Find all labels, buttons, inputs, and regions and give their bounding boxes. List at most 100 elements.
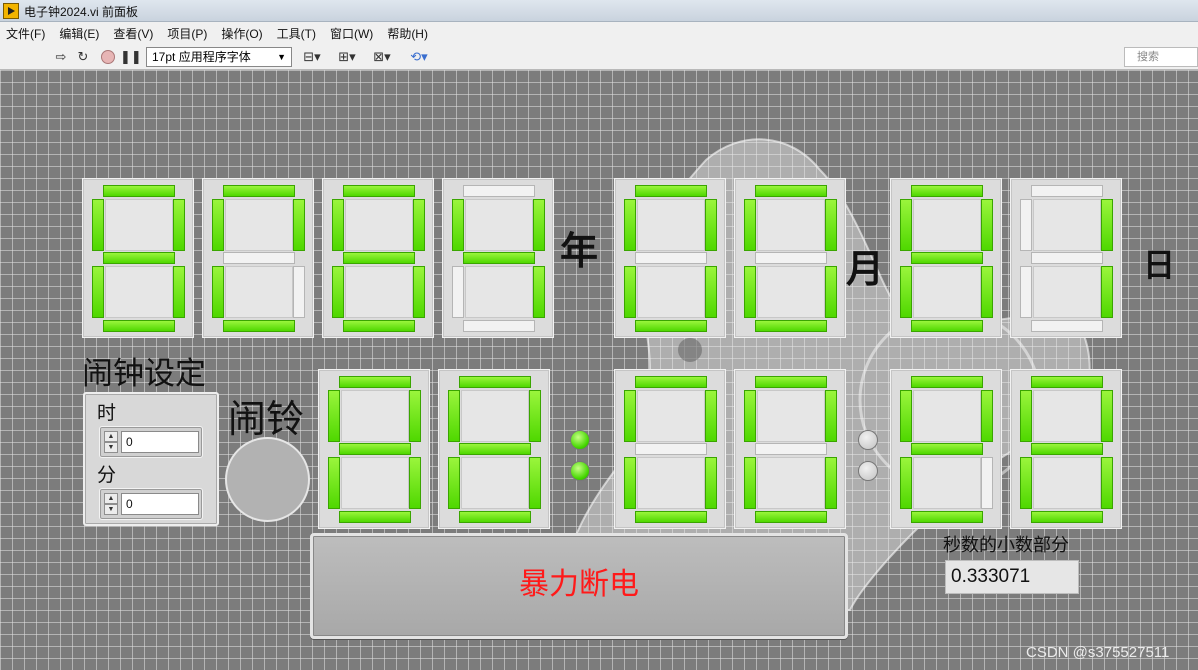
resize-icon[interactable]: ⊠▾ <box>370 48 394 66</box>
segment-d <box>635 511 707 523</box>
segment-b <box>409 390 421 442</box>
segment-a <box>755 376 827 388</box>
segment-g <box>1031 443 1103 455</box>
alarm-settings-cluster: 时 ▲ ▼ 0 分 ▲ ▼ 0 <box>83 392 219 526</box>
segment-d <box>459 511 531 523</box>
colon-led-hour-minute-top <box>570 430 590 450</box>
day-digit-2 <box>1010 178 1122 338</box>
hour-stepper[interactable]: ▲ ▼ <box>104 431 118 453</box>
decrement-icon[interactable]: ▼ <box>104 442 118 453</box>
digit-face <box>341 457 409 509</box>
segment-e <box>900 457 912 509</box>
segment-g <box>463 252 535 264</box>
segment-e <box>332 266 344 318</box>
menu-edit[interactable]: 编辑(E) <box>59 25 99 42</box>
power-off-button[interactable]: 暴力断电 <box>310 533 848 639</box>
alarm-minute-input[interactable]: 0 <box>121 493 199 515</box>
segment-c <box>173 266 185 318</box>
menu-tools[interactable]: 工具(T) <box>277 25 316 42</box>
increment-icon[interactable]: ▲ <box>104 431 118 442</box>
digit-face <box>465 266 533 318</box>
menu-help[interactable]: 帮助(H) <box>387 25 428 42</box>
segment-f <box>900 390 912 442</box>
segment-d <box>343 320 415 332</box>
decrement-icon[interactable]: ▼ <box>104 504 118 515</box>
digit-face <box>637 199 705 251</box>
segment-c <box>413 266 425 318</box>
digit-face <box>345 199 413 251</box>
segment-d <box>755 320 827 332</box>
segment-g <box>755 252 827 264</box>
second-digit-2 <box>1010 369 1122 529</box>
digit-face <box>225 199 293 251</box>
segment-e <box>92 266 104 318</box>
segment-g <box>343 252 415 264</box>
font-select[interactable]: 17pt 应用程序字体 ▼ <box>146 47 292 67</box>
segment-f <box>1020 390 1032 442</box>
increment-icon[interactable]: ▲ <box>104 493 118 504</box>
segment-c <box>825 457 837 509</box>
segment-a <box>635 185 707 197</box>
digit-face <box>1033 199 1101 251</box>
segment-b <box>529 390 541 442</box>
segment-d <box>463 320 535 332</box>
digit-face <box>757 199 825 251</box>
digit-face <box>341 390 409 442</box>
segment-a <box>911 185 983 197</box>
menu-view[interactable]: 查看(V) <box>113 25 153 42</box>
segment-a <box>1031 185 1103 197</box>
labview-vi-icon <box>3 3 19 19</box>
alarm-hour-control[interactable]: ▲ ▼ 0 <box>99 426 203 458</box>
segment-b <box>1101 390 1113 442</box>
alarm-settings-title: 闹钟设定 <box>82 356 206 391</box>
segment-c <box>409 457 421 509</box>
segment-g <box>339 443 411 455</box>
segment-b <box>413 199 425 251</box>
align-icon[interactable]: ⊟▾ <box>300 48 324 66</box>
segment-a <box>339 376 411 388</box>
menu-operate[interactable]: 操作(O) <box>221 25 262 42</box>
run-continuously-icon[interactable]: ↻ <box>74 48 92 66</box>
reorder-icon[interactable]: ⟲▾ <box>407 48 431 66</box>
second-digit-1 <box>890 369 1002 529</box>
menu-window[interactable]: 窗口(W) <box>330 25 373 42</box>
segment-d <box>1031 511 1103 523</box>
digit-face <box>1033 266 1101 318</box>
digit-face <box>757 390 825 442</box>
segment-g <box>635 443 707 455</box>
segment-e <box>328 457 340 509</box>
month-digit-2 <box>734 178 846 338</box>
alarm-hour-input[interactable]: 0 <box>121 431 199 453</box>
month-digit-1 <box>614 178 726 338</box>
segment-e <box>744 457 756 509</box>
abort-icon[interactable] <box>101 50 115 64</box>
segment-c <box>981 266 993 318</box>
segment-d <box>911 320 983 332</box>
segment-d <box>911 511 983 523</box>
menu-project[interactable]: 项目(P) <box>167 25 207 42</box>
search-input[interactable]: 搜索 <box>1124 47 1198 67</box>
segment-g <box>1031 252 1103 264</box>
segment-b <box>1101 199 1113 251</box>
alarm-minute-control[interactable]: ▲ ▼ 0 <box>99 488 203 520</box>
segment-f <box>452 199 464 251</box>
segment-c <box>981 457 993 509</box>
segment-g <box>635 252 707 264</box>
digit-face <box>757 457 825 509</box>
pause-icon[interactable]: ❚❚ <box>120 48 142 66</box>
segment-g <box>911 443 983 455</box>
segment-b <box>533 199 545 251</box>
segment-f <box>328 390 340 442</box>
segment-a <box>755 185 827 197</box>
segment-e <box>452 266 464 318</box>
menu-file[interactable]: 文件(F) <box>6 25 45 42</box>
digit-face <box>913 390 981 442</box>
segment-d <box>1031 320 1103 332</box>
distribute-icon[interactable]: ⊞▾ <box>335 48 359 66</box>
segment-c <box>825 266 837 318</box>
watermark: CSDN @s375527511 <box>1026 644 1170 661</box>
segment-a <box>635 376 707 388</box>
run-arrow-icon[interactable]: ⇨ <box>52 48 70 66</box>
minute-stepper[interactable]: ▲ ▼ <box>104 493 118 515</box>
segment-d <box>339 511 411 523</box>
